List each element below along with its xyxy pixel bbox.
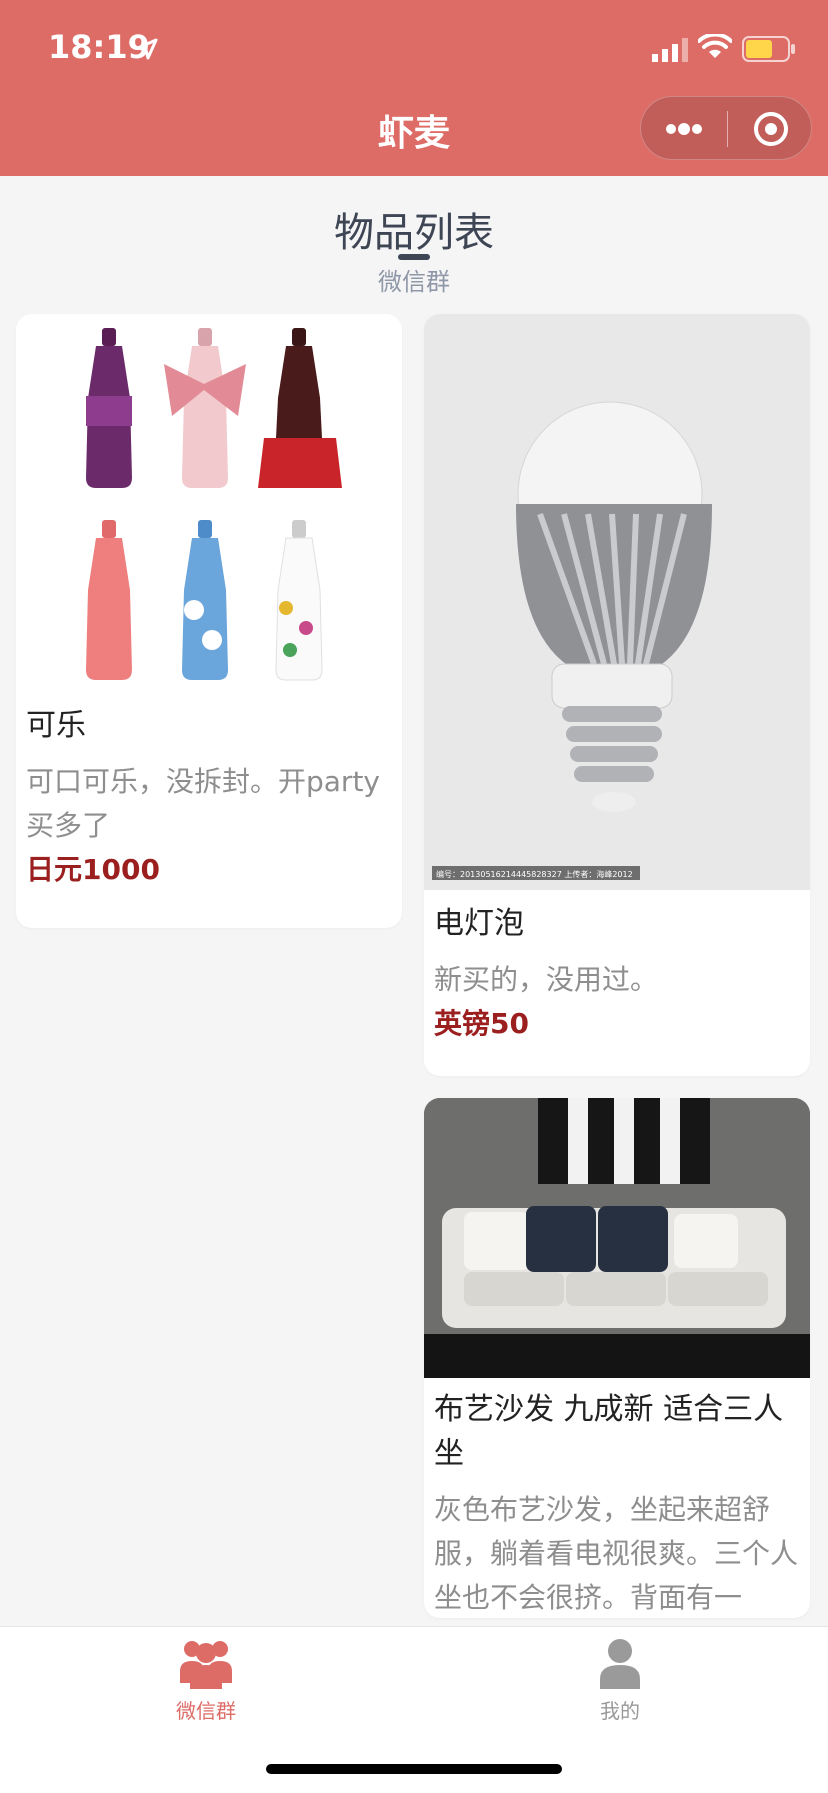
item-name: 布艺沙发 九成新 适合三人坐 (434, 1392, 784, 1471)
item-description: 灰色布艺沙发，坐起来超舒服，躺着看电视很爽。三个人坐也不会很挤。背面有一 (434, 1493, 799, 1614)
signal-icon (652, 38, 688, 62)
item-card-sofa[interactable]: 布艺沙发 九成新 适合三人坐 灰色布艺沙发，坐起来超舒服，躺着看电视很爽。三个人… (424, 1098, 810, 1618)
more-icon[interactable] (663, 115, 705, 143)
tab-group[interactable]: 微信群 (106, 1637, 306, 1724)
section-underline (398, 254, 430, 260)
item-price: 英镑50 (434, 1007, 529, 1040)
user-icon (600, 1639, 640, 1689)
capsule-divider (727, 111, 728, 147)
item-name: 电灯泡 (434, 906, 524, 941)
home-indicator (266, 1764, 562, 1774)
item-price: 日元1000 (26, 853, 160, 886)
item-description: 可口可乐，没拆封。开party买多了 (26, 765, 380, 842)
close-target-icon[interactable] (751, 109, 791, 149)
mini-program-capsule (640, 96, 812, 160)
top-bar: 18:19 虾麦 (0, 0, 828, 176)
item-image-sofa (424, 1098, 810, 1378)
group-icon (180, 1641, 232, 1689)
tab-label: 我的 (600, 1699, 640, 1723)
item-name: 可乐 (26, 708, 86, 743)
tab-mine[interactable]: 我的 (520, 1637, 720, 1724)
item-card-bulb[interactable]: 编号：20130516214445828327 上传者：海峰2012 电灯泡 新… (424, 314, 810, 1076)
section-subtitle: 微信群 (378, 268, 450, 296)
location-arrow-icon (136, 38, 158, 60)
status-time: 18:19 (48, 28, 150, 66)
item-card-cola[interactable]: 可乐 可口可乐，没拆封。开party买多了 日元1000 (16, 314, 402, 928)
image-caption: 编号：20130516214445828327 上传者：海峰2012 (436, 869, 633, 879)
wifi-icon (698, 34, 732, 58)
tab-label: 微信群 (176, 1699, 236, 1723)
item-image-cola (16, 314, 402, 704)
item-description: 新买的，没用过。 (434, 963, 659, 996)
item-image-bulb: 编号：20130516214445828327 上传者：海峰2012 (424, 314, 810, 890)
battery-icon (742, 36, 795, 62)
section-title: 物品列表 (334, 210, 494, 256)
